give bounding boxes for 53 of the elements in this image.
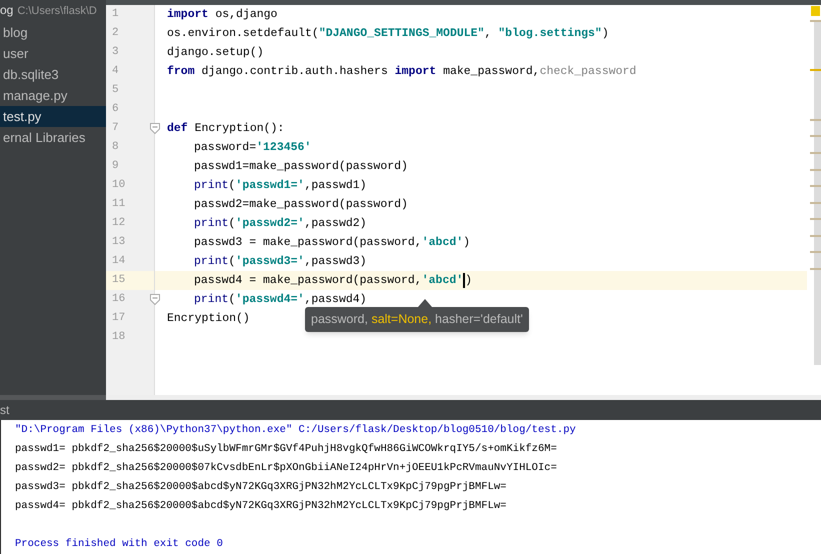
console-line: passwd3= pbkdf2_sha256$20000$abcd$yN72KGq3XRGjPN32hM2YcLCLTx9KpCj79pgPrjBMFLw= [15,480,506,495]
console-line: passwd1= pbkdf2_sha256$20000$uSylbWFmrGMr$GVf4PuhjH8vgkQfwH86GiWCOWkrqIY5/s+omKikfz6M= [15,442,557,457]
code-line: Encryption() [167,310,250,327]
tree-item[interactable]: manage.py [0,85,106,106]
line-number: 3 [111,45,119,60]
project-path: C:\Users\flask\D [17,4,97,19]
code-line: from django.contrib.auth.hashers import make_password,check_password [167,64,636,80]
text-caret [463,273,466,288]
line-number: 14 [111,254,126,270]
code-line: print('passwd4=',passwd4) [194,292,367,308]
code-line: passwd2=make_password(password) [194,196,408,213]
run-panel-title: st [0,402,10,420]
console-line: passwd4= pbkdf2_sha256$20000$abcd$yN72KGq3XRGjPN32hM2YcLCLTx9KpCj79pgPrjBMFLw= [15,498,506,514]
code-line: passwd4 = make_password(password,'abcd' ) [194,272,472,290]
tree-item[interactable]: ernal Libraries [0,127,106,148]
code-line: os.environ.setdefault("DJANGO_SETTINGS_MODULE", "blog.settings") [167,26,609,42]
status-indicator-icon [811,6,820,16]
line-number: 4 [111,64,119,80]
line-number: 11 [111,197,126,212]
line-number: 17 [111,311,126,326]
code-line: import os,django [167,6,278,23]
code-line: password='123456' [194,140,312,156]
tooltip-pointer-icon [418,299,432,307]
console-line: Process finished with exit code 0 [15,536,223,552]
code-line: django.setup() [167,44,264,61]
tree-item[interactable]: user [0,43,106,64]
tree-item[interactable]: test.py [0,106,106,127]
line-number: 10 [111,178,126,194]
code-line: passwd1=make_password(password) [194,158,408,175]
line-number: 5 [111,83,119,98]
line-number: 1 [111,7,119,22]
line-number: 16 [111,292,126,308]
line-number: 9 [111,159,119,174]
line-number: 7 [111,121,119,136]
line-number: 18 [111,330,126,346]
code-line: passwd3 = make_password(password,'abcd') [194,234,470,251]
line-number: 15 [111,273,126,288]
code-line: print('passwd2=',passwd2) [194,216,367,232]
code-line: print('passwd1=',passwd1) [194,178,367,194]
tree-item[interactable]: db.sqlite3 [0,64,106,85]
project-name: og [0,2,14,19]
line-number: 6 [111,102,119,118]
code-line: print('passwd3=',passwd3) [194,254,367,270]
line-number: 2 [111,26,119,42]
code-line: def Encryption(): [167,120,284,137]
line-number: 13 [111,235,126,250]
tree-item[interactable]: blog [0,22,106,43]
console-line: passwd2= pbkdf2_sha256$20000$07kCvsdbEnLr$pXOnGbiiANeI24pHrVn+jOEEU1kPcRVmauNvYIHLOIc= [15,460,557,476]
console-line: "D:\Program Files (x86)\Python37\python.exe" C:/Users/flask/Desktop/blog0510/blog/test.py [15,422,576,438]
fold-marker-icon[interactable] [150,123,160,134]
line-number: 8 [111,140,119,156]
line-number: 12 [111,216,126,232]
fold-marker-icon[interactable] [150,294,160,305]
